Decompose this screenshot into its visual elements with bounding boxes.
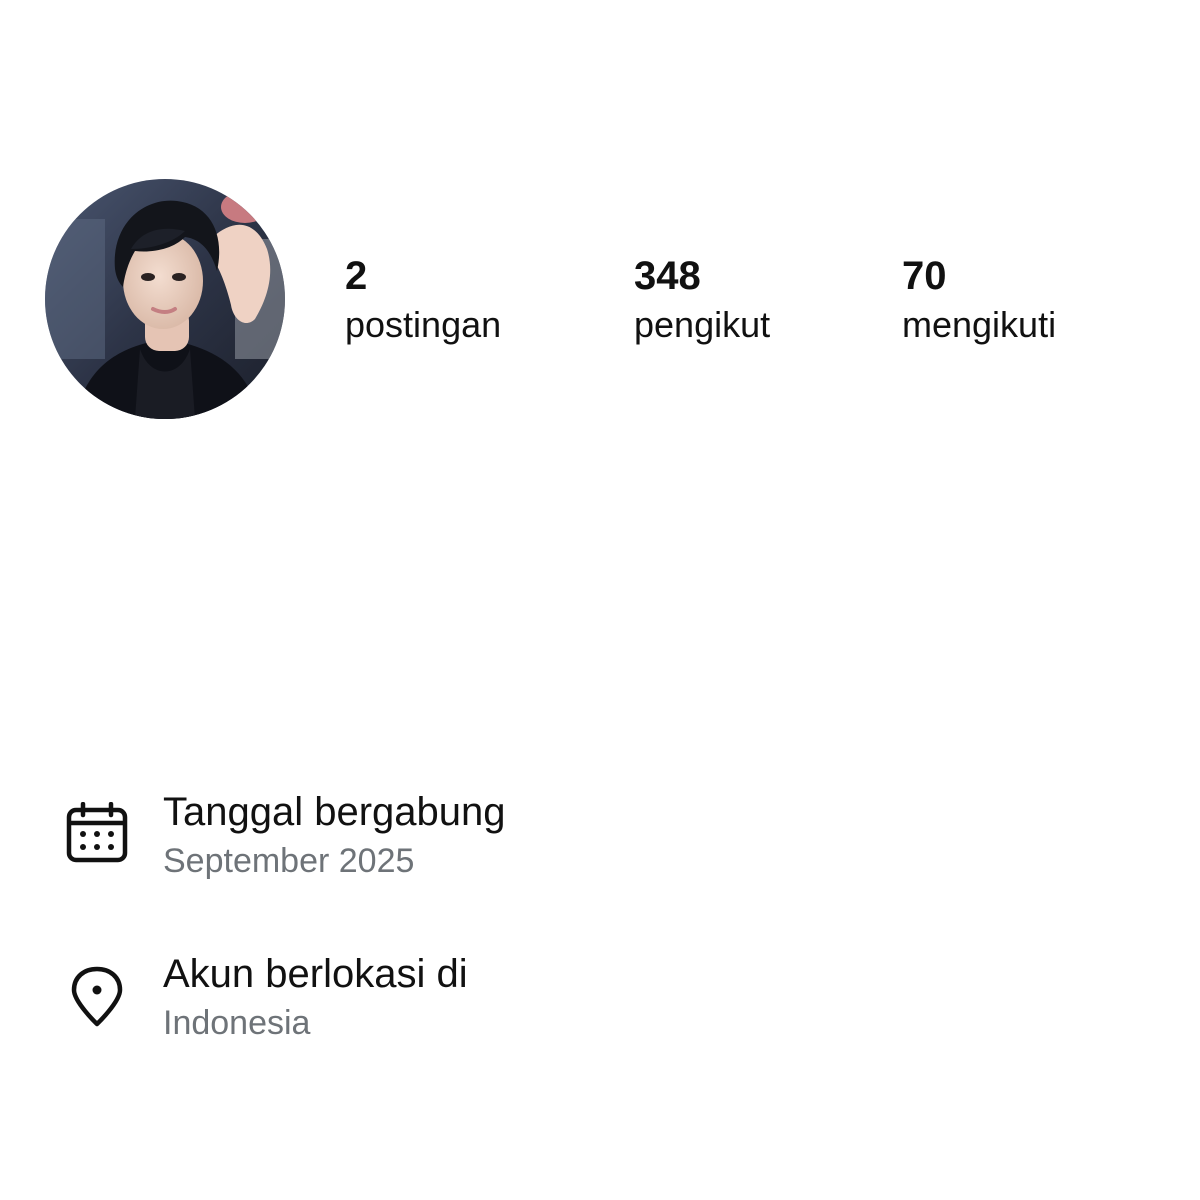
posts-label: postingan bbox=[345, 304, 502, 345]
followers-count[interactable]: 348 pengikut bbox=[634, 252, 770, 348]
following-count[interactable]: 70 mengikuti bbox=[902, 252, 1056, 348]
location-pin-icon bbox=[68, 966, 130, 1028]
joined-date-value: September 2025 bbox=[163, 842, 415, 880]
account-location-row: Akun berlokasi di Indonesia bbox=[0, 946, 1200, 1046]
account-location-value: Indonesia bbox=[163, 1004, 311, 1042]
followers-value: 348 bbox=[634, 254, 701, 298]
following-label: mengikuti bbox=[902, 304, 1057, 345]
joined-date-title: Tanggal bergabung bbox=[163, 790, 506, 834]
avatar-image bbox=[45, 179, 285, 419]
posts-value: 2 bbox=[345, 254, 368, 298]
avatar[interactable] bbox=[45, 179, 285, 419]
following-value: 70 bbox=[902, 254, 947, 298]
posts-count[interactable]: 2 postingan bbox=[345, 252, 501, 348]
calendar-icon bbox=[66, 801, 128, 864]
followers-label: pengikut bbox=[634, 304, 771, 345]
account-location-title: Akun berlokasi di bbox=[163, 952, 468, 996]
joined-date-row: Tanggal bergabung September 2025 bbox=[0, 784, 1200, 884]
